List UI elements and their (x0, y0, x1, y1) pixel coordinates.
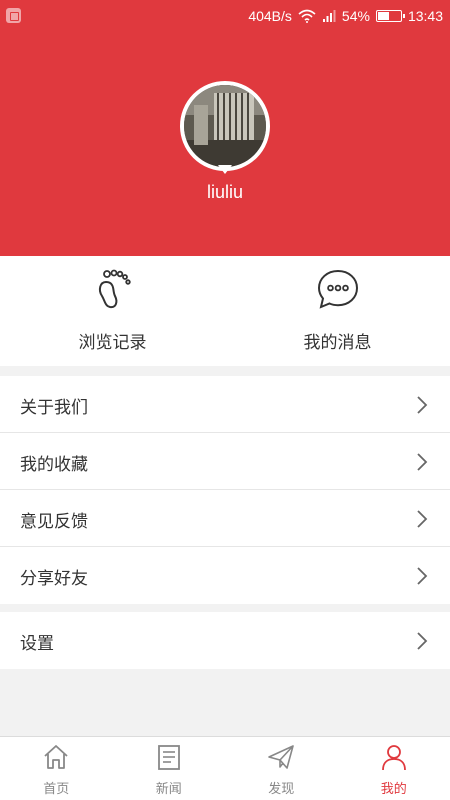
footprint-icon (98, 269, 131, 309)
menu-item-label: 意见反馈 (20, 512, 88, 532)
menu-item-label: 我的收藏 (20, 455, 88, 475)
tab-label: 首页 (43, 782, 70, 797)
tab-label: 发现 (268, 782, 295, 797)
menu-item-share-friends[interactable]: 分享好友 (0, 547, 450, 604)
status-bar: 404B/s 54% 13:43 (0, 0, 450, 32)
menu-group-main: 关于我们 我的收藏 意见反馈 分享好友 (0, 376, 450, 604)
tab-label: 新闻 (155, 782, 182, 797)
battery-icon (375, 10, 405, 22)
bottom-tab-bar: 首页 新闻 发现 我的 (0, 736, 450, 800)
chevron-right-icon (417, 567, 428, 585)
menu-group-settings: 设置 (0, 612, 450, 669)
news-icon (157, 745, 180, 770)
tab-label: 我的 (380, 782, 407, 797)
avatar-photo (184, 85, 266, 167)
paper-plane-icon (268, 745, 294, 769)
clock: 13:43 (407, 8, 443, 24)
username: liuliu (206, 182, 244, 202)
my-messages-button[interactable]: 我的消息 (225, 256, 450, 366)
menu-item-my-favorites[interactable]: 我的收藏 (0, 433, 450, 490)
user-icon (381, 745, 406, 771)
chevron-right-icon (417, 632, 428, 650)
tab-news[interactable]: 新闻 (113, 737, 226, 800)
menu-item-label: 分享好友 (20, 569, 88, 589)
message-bubble-icon (317, 269, 359, 309)
home-icon (44, 745, 68, 769)
tab-mine[interactable]: 我的 (338, 737, 450, 800)
chevron-right-icon (417, 453, 428, 471)
profile-header: 404B/s 54% 13:43 liuliu (0, 0, 450, 256)
avatar[interactable] (180, 81, 270, 174)
signal-icon (322, 10, 336, 22)
menu-item-feedback[interactable]: 意见反馈 (0, 490, 450, 547)
battery-percent: 54% (341, 8, 370, 24)
browse-history-label: 浏览记录 (78, 333, 147, 353)
menu-item-settings[interactable]: 设置 (0, 612, 450, 669)
notification-app-icon (6, 8, 21, 23)
menu-item-label: 设置 (20, 634, 54, 654)
menu-item-about-us[interactable]: 关于我们 (0, 376, 450, 433)
tab-discover[interactable]: 发现 (225, 737, 338, 800)
quick-actions: 浏览记录 我的消息 (0, 256, 450, 366)
my-messages-label: 我的消息 (303, 333, 372, 353)
menu-item-label: 关于我们 (20, 398, 88, 418)
browse-history-button[interactable]: 浏览记录 (0, 256, 225, 366)
wifi-icon (298, 9, 316, 23)
chevron-right-icon (417, 510, 428, 528)
chevron-right-icon (417, 396, 428, 414)
network-speed: 404B/s (248, 8, 292, 24)
tab-home[interactable]: 首页 (0, 737, 113, 800)
